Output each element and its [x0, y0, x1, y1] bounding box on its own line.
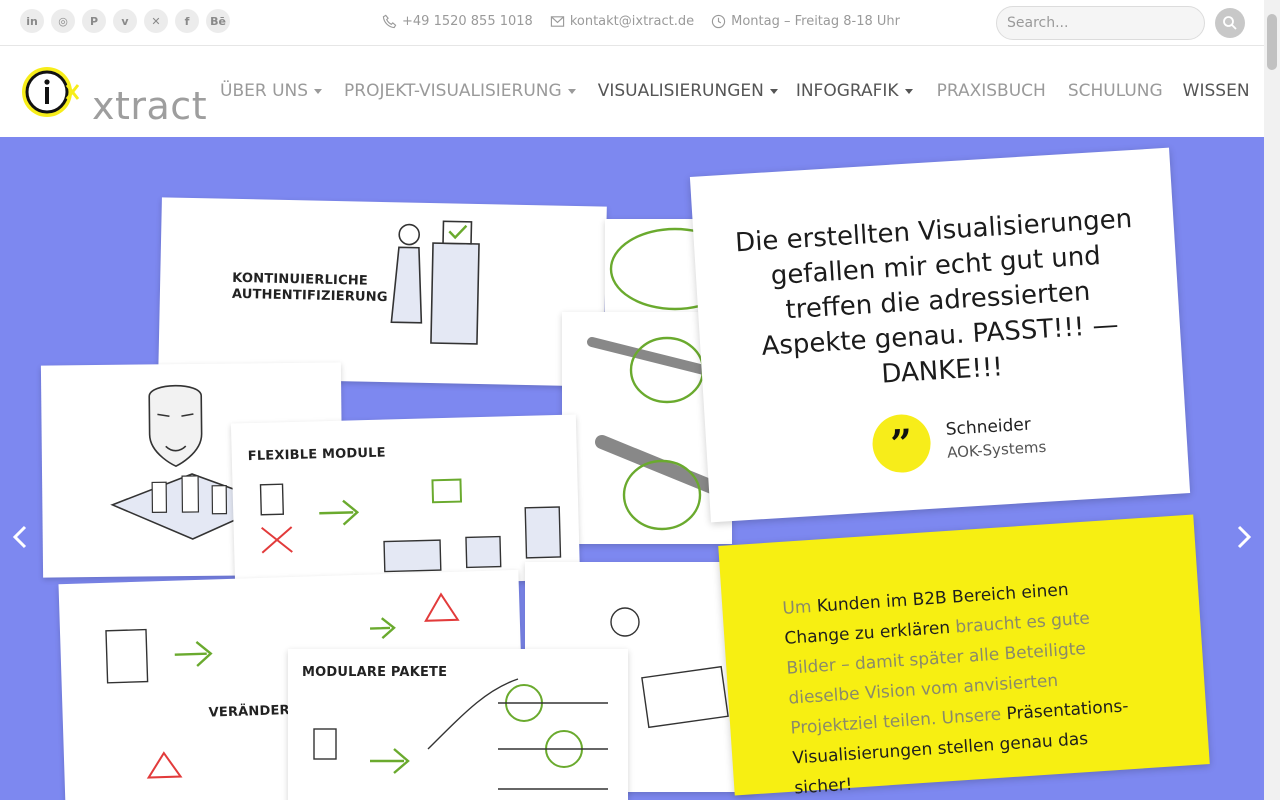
- testimonial-company: AOK-Systems: [946, 437, 1047, 462]
- nav-item-projekt-visualisierung[interactable]: PROJEKT-VISUALISIERUNG: [344, 81, 576, 101]
- behance-icon[interactable]: Bē: [206, 9, 230, 33]
- search-button[interactable]: [1215, 8, 1245, 38]
- chevron-left-icon: [12, 525, 27, 549]
- info-text-part: Um: [781, 596, 818, 619]
- site-logo[interactable]: xtract: [20, 65, 207, 125]
- search-input[interactable]: [996, 6, 1205, 40]
- chevron-right-icon: [1237, 525, 1252, 549]
- social-links: in ◎ Pv ✕ f Bē: [20, 9, 230, 33]
- clock-icon: [711, 14, 726, 29]
- vimeo-icon[interactable]: v: [113, 9, 137, 33]
- nav-item-infografik[interactable]: INFOGRAFIK: [796, 81, 913, 101]
- nav-item-visualisierungen[interactable]: VISUALISIERUNGEN: [598, 81, 778, 101]
- page-scrollbar[interactable]: [1264, 0, 1280, 800]
- quote-mark-icon: ”: [870, 412, 933, 475]
- packages-illustration: [313, 678, 608, 790]
- nav-item-label: PRAXISBUCH: [936, 81, 1046, 101]
- chevron-down-icon: [567, 88, 576, 94]
- scrollbar-thumb[interactable]: [1267, 14, 1277, 70]
- instagram-icon[interactable]: ◎: [51, 9, 75, 33]
- chevron-down-icon: [314, 88, 323, 94]
- linkedin-icon[interactable]: in: [20, 9, 44, 33]
- email-link[interactable]: kontakt@ixtract.de: [550, 14, 694, 29]
- info-text: Um Kunden im B2B Bereich einen Change zu…: [782, 571, 1139, 800]
- illustration-card-modular-packages: MODULARE PAKETE: [288, 649, 628, 800]
- phone-number: +49 1520 855 1018: [402, 14, 533, 29]
- testimonial-card: Die erstellten Visualisierungen gefallen…: [689, 147, 1191, 523]
- xing-icon[interactable]: ✕: [144, 9, 168, 33]
- nav-item-über-uns[interactable]: ÜBER UNS: [220, 81, 323, 101]
- pinterest-icon[interactable]: P: [82, 9, 106, 33]
- hours-text: Montag – Freitag 8-18 Uhr: [731, 14, 900, 29]
- nav-menu: ÜBER UNS PROJEKT-VISUALISIERUNG VISUALISIE…: [220, 81, 1250, 101]
- phone-link[interactable]: +49 1520 855 1018: [382, 14, 533, 29]
- facebook-icon[interactable]: f: [175, 9, 199, 33]
- phone-icon: [382, 14, 397, 29]
- search-icon: [1223, 16, 1237, 30]
- nav-item-praxisbuch[interactable]: PRAXISBUCH: [937, 81, 1046, 101]
- illustration-card-authentication: KONTINUIERLICHE AUTHENTIFIZIERUNG: [158, 197, 607, 387]
- chevron-down-icon: [769, 88, 778, 94]
- mail-icon: [550, 16, 564, 27]
- logo-wordmark: xtract: [92, 84, 208, 128]
- nav-item-label: SCHULUNG: [1067, 81, 1163, 101]
- main-navigation: xtract ÜBER UNS PROJEKT-VISUALISIERUNG VIS…: [0, 47, 1264, 137]
- nav-item-label: VISUALISIERUNGEN: [597, 81, 764, 101]
- nav-item-label: WISSEN: [1182, 81, 1250, 101]
- top-bar: in ◎ Pv ✕ f Bē +49 1520 855 1018 kontakt@ixtr…: [0, 0, 1264, 46]
- logo-mark-icon: [22, 67, 80, 117]
- nav-item-label: PROJEKT-VISUALISIERUNG: [344, 81, 562, 101]
- info-card: Um Kunden im B2B Bereich einen Change zu…: [718, 514, 1210, 799]
- nav-item-wissen[interactable]: WISSEN: [1183, 81, 1250, 101]
- email-address: kontakt@ixtract.de: [569, 14, 695, 29]
- chevron-down-icon: [904, 88, 913, 94]
- testimonial-quote: Die erstellten Visualisierungen gefallen…: [734, 204, 1133, 390]
- nav-item-schulung[interactable]: SCHULUNG: [1068, 81, 1163, 101]
- testimonial-author: Schneider: [945, 414, 1032, 440]
- contact-info: +49 1520 855 1018 kontakt@ixtract.de Mon…: [382, 14, 900, 29]
- opening-hours: Montag – Freitag 8-18 Uhr: [711, 14, 900, 29]
- person-at-terminal-illustration: [390, 220, 480, 345]
- nav-item-label: INFOGRAFIK: [795, 81, 899, 101]
- slider-prev-button[interactable]: [8, 522, 32, 552]
- slider-next-button[interactable]: [1232, 522, 1256, 552]
- nav-item-label: ÜBER UNS: [220, 81, 309, 101]
